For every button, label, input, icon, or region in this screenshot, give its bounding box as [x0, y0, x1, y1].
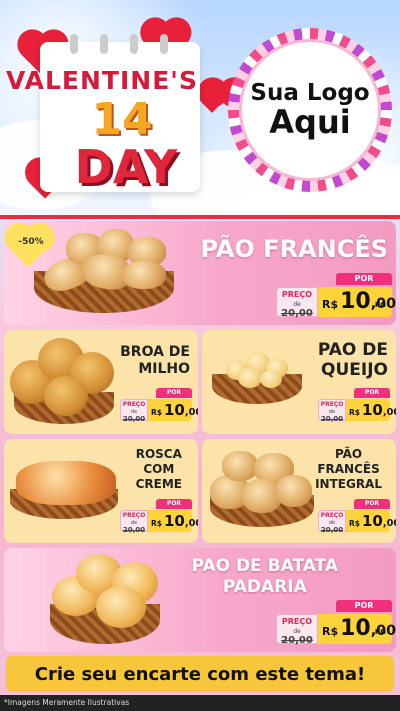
cta-banner[interactable]: Crie seu encarte com este tema! [6, 656, 394, 692]
product-name: PAO DE BATATA PADARIA [191, 556, 338, 597]
discount-label: -50% [18, 237, 44, 247]
bread-illustration [238, 368, 262, 388]
bread-illustration [122, 261, 166, 289]
new-price-box: R$10,00 KG [318, 287, 396, 317]
logo-text-line2: Aqui [269, 103, 351, 142]
bread-illustration [222, 451, 258, 481]
product-card-pao-de-queijo: PAO DE QUEIJO POR PREÇO de 20,00 R$10,00 [202, 330, 396, 434]
new-price-box: R$10,00 [346, 399, 396, 421]
new-price-box: R$10,00 [346, 510, 396, 532]
old-price-box: PREÇO de 20,00 [276, 614, 318, 646]
unit-label: KG [374, 301, 386, 309]
price-tag: POR PREÇO de 20,00 R$10,00 KG [276, 273, 396, 319]
valentines-date-number: 14 [91, 94, 153, 145]
old-price-box: PREÇO de 20,00 [276, 287, 318, 319]
product-card-broa-de-milho: BROA DE MILHO POR PREÇO de 20,00 R$10,00 [4, 330, 198, 434]
bread-illustration [96, 586, 146, 628]
product-name: PÃO FRANCÊS INTEGRAL [315, 447, 382, 491]
heart-icon [202, 93, 222, 113]
valentines-title: VALENTINE'S [6, 66, 198, 95]
product-name: BROA DE MILHO [120, 344, 190, 377]
price-tag: POR PREÇO de 20,00 R$10,00 [120, 388, 198, 423]
bread-illustration [44, 376, 88, 416]
bread-illustration [16, 461, 116, 505]
price-tag: POR PREÇO de 20,00 R$10,00 KG [276, 600, 396, 646]
old-price-box: PREÇO de 20,00 [120, 510, 148, 534]
valentines-day-text: DAY [74, 140, 178, 194]
old-price-box: PREÇO de 20,00 [120, 399, 148, 423]
por-label: POR [336, 273, 392, 285]
old-price-box: PREÇO de 20,00 [318, 510, 346, 534]
product-card-pao-de-batata: PAO DE BATATA PADARIA POR PREÇO de 20,00… [4, 548, 396, 652]
price-tag: POR PREÇO de 20,00 R$10,00 [318, 499, 396, 534]
discount-heart-badge [8, 226, 50, 268]
product-name: ROSCA COM CREME [135, 447, 182, 491]
product-card-pao-frances: -50% PÃO FRANCÊS POR PREÇO de 20,00 R$10… [4, 221, 396, 325]
product-name: PÃO FRANCÊS [200, 235, 388, 263]
new-price-box: R$10,00 [148, 510, 198, 532]
new-price-box: R$10,00 KG [318, 614, 396, 644]
price-tag: POR PREÇO de 20,00 R$10,00 [318, 388, 396, 423]
old-price: 20,00 [281, 308, 313, 319]
price-tag: POR PREÇO de 20,00 R$10,00 [120, 499, 198, 534]
hero-banner: VALENTINE'S 14 DAY Sua Logo Aqui [0, 0, 400, 215]
new-price-box: R$10,00 [148, 399, 198, 421]
old-price-box: PREÇO de 20,00 [318, 399, 346, 423]
bread-illustration [260, 370, 282, 388]
product-card-rosca-com-creme: ROSCA COM CREME POR PREÇO de 20,00 R$ 10,… [4, 439, 198, 543]
logo-placeholder: Sua Logo Aqui [242, 42, 378, 178]
product-name: PAO DE QUEIJO [317, 340, 388, 380]
new-price: 10 [340, 289, 371, 314]
bread-illustration [276, 475, 312, 507]
product-card-pao-frances-integral: PÃO FRANCÊS INTEGRAL POR PREÇO de 20,00 … [202, 439, 396, 543]
disclaimer-footer: *Imagens Meramente Ilustrativas [0, 695, 400, 711]
